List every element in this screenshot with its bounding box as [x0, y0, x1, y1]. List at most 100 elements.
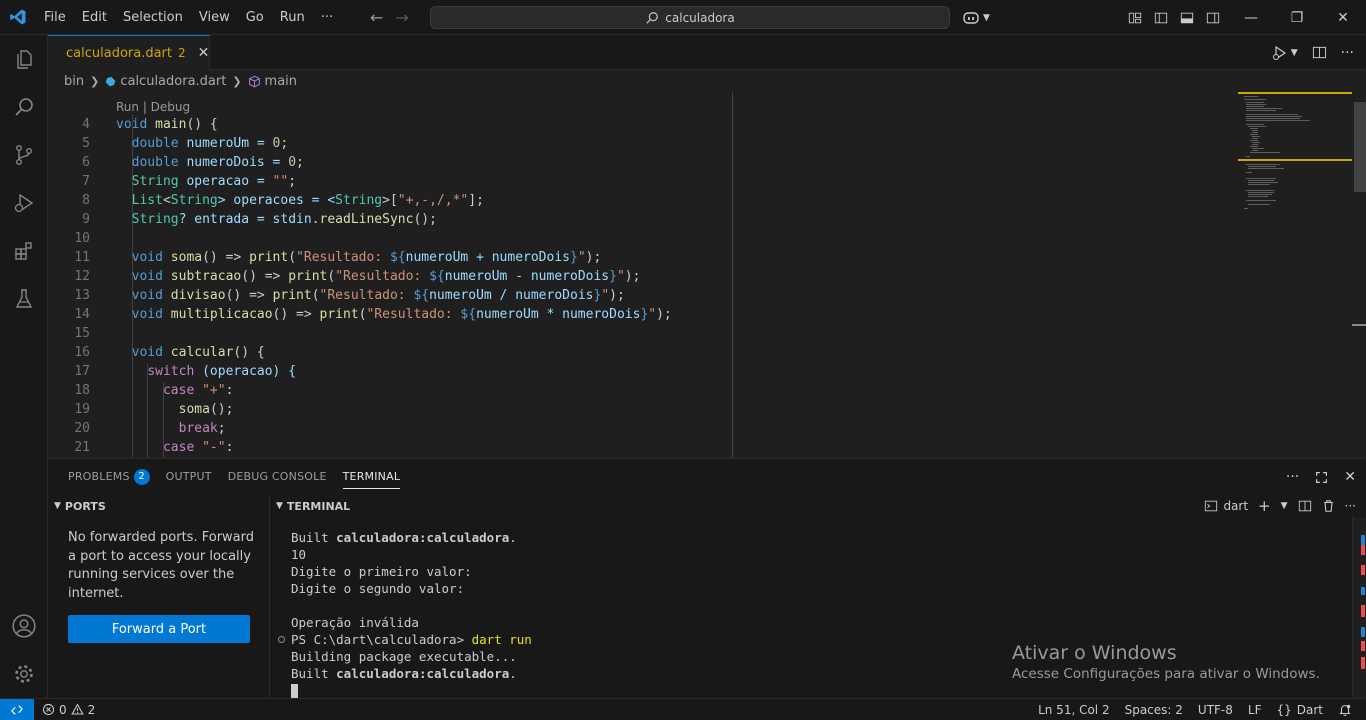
toggle-primary-sidebar-icon[interactable]: [1154, 11, 1168, 25]
code-token: switch: [147, 364, 195, 379]
terminal-line: PS C:\dart\calculadora> dart run: [278, 631, 532, 648]
ports-section-header[interactable]: ▼ PORTS: [48, 495, 269, 517]
remote-indicator-icon[interactable]: [0, 698, 34, 720]
testing-icon[interactable]: [0, 275, 48, 323]
menu-go[interactable]: Go: [238, 0, 272, 35]
end-of-line[interactable]: LF: [1248, 703, 1262, 717]
tab-terminal[interactable]: TERMINAL: [335, 459, 409, 495]
notifications-bell-icon[interactable]: [1338, 703, 1352, 717]
line-code: void multiplicacao() => print("Resultado…: [116, 307, 672, 322]
tab-problems[interactable]: PROBLEMS 2: [60, 459, 158, 495]
close-window-icon[interactable]: ✕: [1320, 0, 1366, 35]
terminal-line: 10: [291, 546, 532, 563]
forward-arrow-icon[interactable]: →: [395, 8, 408, 27]
terminal-section-header[interactable]: ▼ TERMINAL: [270, 495, 1366, 517]
code-token: <: [162, 193, 171, 208]
source-control-icon[interactable]: [0, 131, 48, 179]
toggle-panel-icon[interactable]: [1180, 11, 1194, 25]
code-line: 4 void main() {: [48, 115, 748, 134]
cursor-position[interactable]: Ln 51, Col 2: [1038, 703, 1110, 717]
codelens-run-debug[interactable]: Run | Debug: [116, 100, 190, 114]
minimap[interactable]: [1238, 92, 1352, 458]
command-center-text: calculadora: [665, 10, 735, 25]
forward-port-button[interactable]: Forward a Port: [68, 615, 250, 643]
title-bar: File Edit Selection View Go Run ··· ← → …: [0, 0, 1366, 35]
tab-calculadora-dart[interactable]: calculadora.dart 2 ✕: [48, 35, 210, 70]
code-token: subtracao: [170, 269, 242, 284]
menu-run[interactable]: Run: [272, 0, 313, 35]
trash-icon[interactable]: [1322, 499, 1335, 513]
code-token: ? entrada =: [178, 212, 273, 227]
line-number: 10: [74, 231, 90, 246]
new-terminal-icon[interactable]: +: [1258, 497, 1271, 515]
encoding[interactable]: UTF-8: [1198, 703, 1233, 717]
menu-view[interactable]: View: [191, 0, 238, 35]
explorer-icon[interactable]: [0, 35, 48, 83]
terminal-more-icon[interactable]: ···: [1345, 499, 1356, 513]
run-debug-icon[interactable]: [0, 179, 48, 227]
menu-file[interactable]: File: [36, 0, 74, 35]
code-line: 10: [48, 229, 748, 248]
minimize-icon[interactable]: —: [1228, 0, 1274, 35]
language-mode[interactable]: {} Dart: [1276, 703, 1323, 717]
editor-scroll-thumb[interactable]: [1354, 102, 1366, 192]
gear-icon[interactable]: [0, 650, 48, 698]
command-center-search[interactable]: calculadora: [430, 6, 950, 29]
breadcrumb-file[interactable]: calculadora.dart: [120, 74, 226, 89]
menu-edit[interactable]: Edit: [74, 0, 115, 35]
terminal-overview-ruler[interactable]: [1352, 517, 1366, 699]
line-code: List<String> operacoes = <String>["+,-,/…: [116, 193, 484, 208]
problems-badge: 2: [133, 469, 150, 485]
search-icon[interactable]: [0, 83, 48, 131]
code-editor[interactable]: Run | Debug 4 void main() {5 double numer…: [48, 92, 1366, 458]
code-token: case: [162, 383, 195, 398]
chevron-down-icon: ▼: [54, 501, 61, 511]
code-token: multiplicacao: [170, 307, 273, 322]
code-line: 11 void soma() => print("Resultado: ${nu…: [48, 248, 748, 267]
terminal-shell-selector[interactable]: dart: [1204, 499, 1248, 513]
back-arrow-icon[interactable]: ←: [370, 8, 383, 27]
code-token: > operacoes = <: [217, 193, 336, 208]
method-cube-icon: [248, 75, 260, 87]
restore-icon[interactable]: ❐: [1274, 0, 1320, 35]
problems-status[interactable]: 0 2: [34, 703, 95, 717]
account-icon[interactable]: [0, 602, 48, 650]
terminal-text: Operação inválida: [291, 615, 419, 630]
code-line: 5 double numeroUm = 0;: [48, 134, 748, 153]
code-token: );: [656, 307, 672, 322]
code-line: 9 String? entrada = stdin.readLineSync()…: [48, 210, 748, 229]
line-code: double numeroUm = 0;: [116, 136, 289, 151]
customize-layout-icon[interactable]: [1128, 11, 1142, 25]
menu-more[interactable]: ···: [313, 0, 341, 35]
close-panel-icon[interactable]: ✕: [1344, 469, 1356, 485]
line-number: 12: [74, 269, 90, 284]
tab-debug-console[interactable]: DEBUG CONSOLE: [220, 459, 335, 495]
code-token: readLineSync: [319, 212, 414, 227]
breadcrumb-folder[interactable]: bin: [64, 74, 84, 89]
more-actions-icon[interactable]: ···: [1341, 45, 1354, 61]
run-dropdown-icon[interactable]: ▼: [1272, 45, 1298, 61]
panel-more-icon[interactable]: ···: [1286, 469, 1299, 485]
code-token: "": [272, 174, 289, 189]
maximize-panel-icon[interactable]: [1315, 471, 1328, 484]
tab-output[interactable]: OUTPUT: [158, 459, 220, 495]
split-editor-icon[interactable]: [1312, 45, 1327, 60]
code-token: () =>: [225, 288, 273, 303]
code-line: 15: [48, 324, 748, 343]
toggle-secondary-sidebar-icon[interactable]: [1206, 11, 1220, 25]
line-code: void calcular() {: [116, 345, 265, 360]
chevron-down-icon[interactable]: ▼: [1281, 501, 1288, 511]
command-decoration-icon[interactable]: [278, 636, 285, 643]
indentation[interactable]: Spaces: 2: [1125, 703, 1183, 717]
breadcrumb-symbol[interactable]: main: [265, 74, 297, 89]
code-token: 0: [288, 155, 297, 170]
split-terminal-icon[interactable]: [1298, 499, 1312, 513]
code-token: :: [225, 383, 234, 398]
code-token: double: [131, 136, 179, 151]
close-icon[interactable]: ✕: [198, 45, 210, 61]
menu-selection[interactable]: Selection: [115, 0, 191, 35]
extensions-icon[interactable]: [0, 227, 48, 275]
copilot-icon[interactable]: ▼: [962, 10, 990, 26]
